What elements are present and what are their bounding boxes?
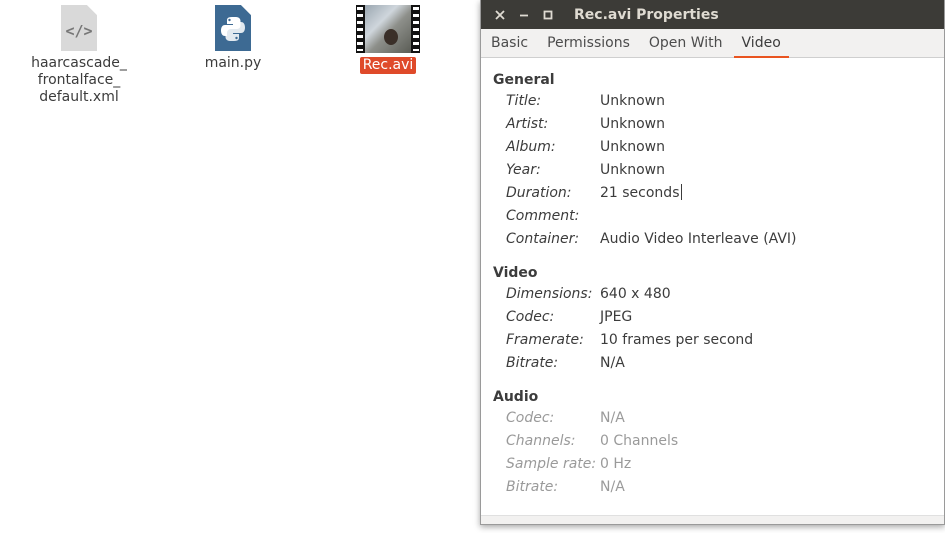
property-row-comment: Comment: — [506, 208, 580, 224]
close-icon — [495, 9, 505, 20]
property-row-video-codec: Codec: JPEG — [506, 309, 633, 325]
tab-basic[interactable]: Basic — [483, 29, 536, 57]
tab-open-with[interactable]: Open With — [641, 29, 731, 57]
section-title-audio: Audio — [493, 389, 539, 405]
xml-file-icon: </> — [61, 5, 97, 51]
titlebar: Rec.avi Properties — [481, 0, 944, 29]
property-row-video-bitrate: Bitrate: N/A — [506, 355, 625, 371]
duration-value[interactable]: 21 seconds — [600, 182, 682, 205]
property-row-sample-rate: Sample rate: 0 Hz — [506, 456, 632, 472]
property-row-container: Container: Audio Video Interleave (AVI) — [506, 231, 797, 247]
dialog-footer — [481, 515, 944, 524]
tab-permissions[interactable]: Permissions — [539, 29, 638, 57]
property-row-title: Title: Unknown — [506, 93, 665, 109]
file-name: haarcascade_ frontalface_ default.xml — [31, 55, 127, 105]
file-name: main.py — [204, 55, 262, 71]
section-title-general: General — [493, 72, 555, 88]
desktop-file-xml[interactable]: </> haarcascade_ frontalface_ default.xm… — [28, 5, 130, 106]
tab-video[interactable]: Video — [733, 29, 790, 58]
property-row-duration: Duration: 21 seconds — [493, 182, 944, 205]
property-row-dimensions: Dimensions: 640 x 480 — [506, 286, 671, 302]
property-row-album: Album: Unknown — [506, 139, 665, 155]
tab-bar: Basic Permissions Open With Video — [481, 29, 944, 58]
python-file-icon — [215, 5, 251, 51]
maximize-button[interactable] — [539, 6, 557, 24]
desktop-file-rec-avi[interactable]: Rec.avi — [348, 5, 428, 74]
close-button[interactable] — [491, 6, 509, 24]
minimize-icon — [520, 14, 528, 16]
property-row-audio-codec: Codec: N/A — [506, 410, 625, 426]
section-title-video: Video — [493, 265, 538, 281]
property-row-audio-bitrate: Bitrate: N/A — [506, 479, 625, 495]
property-row-channels: Channels: 0 Channels — [506, 433, 679, 449]
property-row-framerate: Framerate: 10 frames per second — [506, 332, 754, 348]
minimize-button[interactable] — [515, 6, 533, 24]
dialog-title: Rec.avi Properties — [574, 6, 719, 23]
video-thumbnail — [356, 5, 420, 53]
file-name: Rec.avi — [359, 57, 417, 74]
desktop-file-main-py[interactable]: main.py — [186, 5, 280, 72]
properties-content: General Title: Unknown Artist: Unknown A… — [481, 58, 944, 499]
text-cursor — [680, 184, 682, 200]
properties-dialog: Rec.avi Properties Basic Permissions Ope… — [480, 0, 945, 525]
property-row-artist: Artist: Unknown — [506, 116, 665, 132]
maximize-icon — [543, 10, 553, 19]
property-row-year: Year: Unknown — [506, 162, 665, 178]
